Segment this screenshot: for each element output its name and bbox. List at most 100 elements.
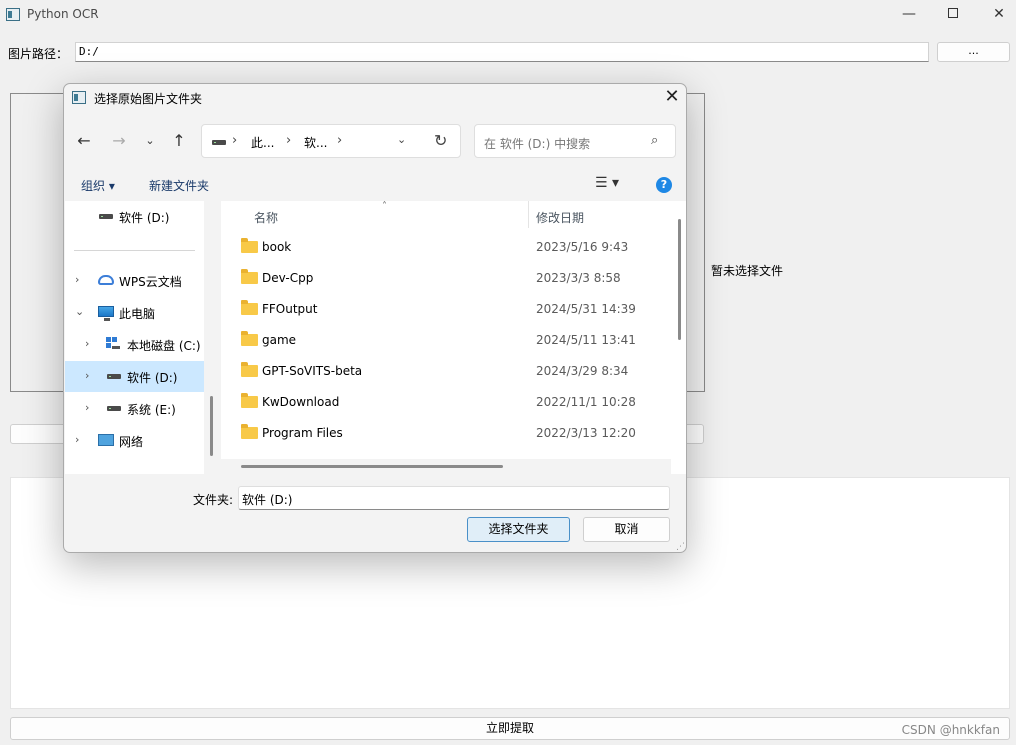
recent-locations-chevron-icon[interactable]: ⌄ xyxy=(138,127,162,155)
breadcrumb-separator-icon: › xyxy=(232,133,238,148)
forward-arrow-icon[interactable]: → xyxy=(107,127,131,155)
nav-item-label: 系统 (E:) xyxy=(127,403,176,417)
path-input[interactable]: D:/ xyxy=(75,42,929,62)
nav-item-label: 软件 (D:) xyxy=(119,211,170,225)
chevron-right-icon[interactable]: › xyxy=(75,433,79,446)
horizontal-scrollbar[interactable] xyxy=(221,459,671,474)
drive-icon xyxy=(212,140,226,145)
search-input[interactable]: 在 软件 (D:) 中搜索 ⌕ xyxy=(474,124,676,158)
dialog-close-button[interactable]: ✕ xyxy=(660,86,684,108)
folder-icon xyxy=(241,393,258,408)
organize-menu-button[interactable]: 组织 ▾ xyxy=(81,177,115,194)
file-row[interactable]: KwDownload 2022/11/1 10:28 xyxy=(221,387,671,418)
column-divider[interactable] xyxy=(528,201,529,228)
nav-item-wps-cloud[interactable]: › WPS云文档 xyxy=(65,265,204,296)
folder-picker-dialog: 选择原始图片文件夹 ✕ ← → ⌄ ↑ › 此... › 软... › ⌄ ↻ … xyxy=(63,83,687,553)
sort-ascending-icon: ˄ xyxy=(382,201,387,212)
folder-label: 文件夹: xyxy=(193,493,234,507)
title-bar: Python OCR — ✕ xyxy=(0,0,1016,30)
dialog-icon xyxy=(72,91,86,104)
nav-item-drive-e[interactable]: › 系统 (E:) xyxy=(65,393,204,424)
chevron-right-icon[interactable]: › xyxy=(75,273,79,286)
file-row[interactable]: Program Files 2022/3/13 12:20 xyxy=(221,418,671,449)
nav-item-local-disk-c[interactable]: › 本地磁盘 (C:) xyxy=(65,329,204,360)
nav-item-label: WPS云文档 xyxy=(119,275,182,289)
help-icon[interactable]: ? xyxy=(656,177,672,193)
drive-icon xyxy=(107,406,121,411)
file-list: 名称 ˄ 修改日期 book 2023/5/16 9:43 Dev-Cpp 20… xyxy=(221,201,686,474)
select-folder-button[interactable]: 选择文件夹 xyxy=(467,517,570,542)
file-date: 2023/5/16 9:43 xyxy=(536,240,629,254)
nav-divider xyxy=(74,250,195,251)
nav-pane-scroll-thumb[interactable] xyxy=(210,396,213,456)
file-name: GPT-SoVITS-beta xyxy=(262,364,363,378)
folder-name-input[interactable]: 软件 (D:) xyxy=(238,486,670,510)
navigation-pane: 软件 (D:) › WPS云文档 ⌄ 此电脑 › 本地磁盘 (C:) › 软件 … xyxy=(65,201,204,474)
app-title: Python OCR xyxy=(27,7,99,21)
path-label: 图片路径： xyxy=(8,47,69,61)
nav-item-drive-d[interactable]: › 软件 (D:) xyxy=(65,361,204,392)
browse-button[interactable]: ... xyxy=(937,42,1010,62)
maximize-button[interactable] xyxy=(930,0,976,30)
folder-icon xyxy=(241,362,258,377)
address-bar[interactable]: › 此... › 软... › ⌄ ↻ xyxy=(201,124,461,158)
file-name: KwDownload xyxy=(262,395,340,409)
nav-item-drive-d-top[interactable]: 软件 (D:) xyxy=(65,201,204,232)
breadcrumb-separator-icon: › xyxy=(337,133,343,148)
file-date: 2022/11/1 10:28 xyxy=(536,395,636,409)
file-name: book xyxy=(262,240,292,254)
app-icon xyxy=(6,8,20,21)
cloud-icon xyxy=(98,275,114,285)
column-header-name[interactable]: 名称 xyxy=(254,209,278,226)
nav-item-label: 网络 xyxy=(119,435,144,449)
file-row[interactable]: GPT-SoVITS-beta 2024/3/29 8:34 xyxy=(221,356,671,387)
chevron-down-icon[interactable]: ⌄ xyxy=(75,305,84,318)
action-button-right[interactable] xyxy=(684,424,704,444)
nav-item-this-pc[interactable]: ⌄ 此电脑 xyxy=(65,297,204,328)
column-header-date[interactable]: 修改日期 xyxy=(536,209,584,226)
action-button-left[interactable] xyxy=(10,424,70,444)
nav-item-network[interactable]: › 网络 xyxy=(65,425,204,456)
address-dropdown-icon[interactable]: ⌄ xyxy=(397,133,406,146)
file-date: 2024/5/31 14:39 xyxy=(536,302,636,316)
file-date: 2024/5/11 13:41 xyxy=(536,333,636,347)
breadcrumb-this-pc[interactable]: 此... xyxy=(251,134,274,151)
nav-item-label: 软件 (D:) xyxy=(127,371,178,385)
network-icon xyxy=(98,434,114,446)
no-file-label: 暂未选择文件 xyxy=(711,264,784,278)
chevron-right-icon[interactable]: › xyxy=(85,337,89,350)
file-date: 2022/3/13 12:20 xyxy=(536,426,636,440)
breadcrumb-drive-d[interactable]: 软... xyxy=(304,134,327,151)
drive-icon xyxy=(107,374,121,379)
search-placeholder: 在 软件 (D:) 中搜索 xyxy=(484,137,591,151)
extract-button[interactable]: 立即提取 xyxy=(10,717,1010,740)
chevron-right-icon[interactable]: › xyxy=(85,369,89,382)
dialog-title: 选择原始图片文件夹 xyxy=(94,92,203,106)
folder-icon xyxy=(241,300,258,315)
refresh-icon[interactable]: ↻ xyxy=(434,131,447,150)
horizontal-scroll-thumb[interactable] xyxy=(241,465,503,468)
new-folder-button[interactable]: 新建文件夹 xyxy=(149,177,209,194)
computer-icon xyxy=(98,306,114,321)
watermark: CSDN @hnkkfan xyxy=(901,723,1000,737)
up-arrow-icon[interactable]: ↑ xyxy=(167,127,191,155)
folder-icon xyxy=(241,424,258,439)
resize-grip-icon[interactable]: ⋰ xyxy=(676,542,685,552)
file-row[interactable]: FFOutput 2024/5/31 14:39 xyxy=(221,294,671,325)
chevron-right-icon[interactable]: › xyxy=(85,401,89,414)
cancel-button[interactable]: 取消 xyxy=(583,517,670,542)
file-list-scroll-thumb[interactable] xyxy=(678,219,681,340)
minimize-button[interactable]: — xyxy=(886,0,932,30)
view-options-icon[interactable]: ☰ ▾ xyxy=(595,175,619,191)
file-row[interactable]: game 2024/5/11 13:41 xyxy=(221,325,671,356)
file-date: 2024/3/29 8:34 xyxy=(536,364,629,378)
maximize-icon xyxy=(948,7,958,18)
nav-item-label: 此电脑 xyxy=(119,307,156,321)
file-row[interactable]: book 2023/5/16 9:43 xyxy=(221,232,671,263)
folder-icon xyxy=(241,331,258,346)
file-name: Dev-Cpp xyxy=(262,271,314,285)
nav-pane-scrollbar[interactable] xyxy=(204,201,220,474)
back-arrow-icon[interactable]: ← xyxy=(72,127,96,155)
close-button[interactable]: ✕ xyxy=(976,0,1016,30)
file-row[interactable]: Dev-Cpp 2023/3/3 8:58 xyxy=(221,263,671,294)
